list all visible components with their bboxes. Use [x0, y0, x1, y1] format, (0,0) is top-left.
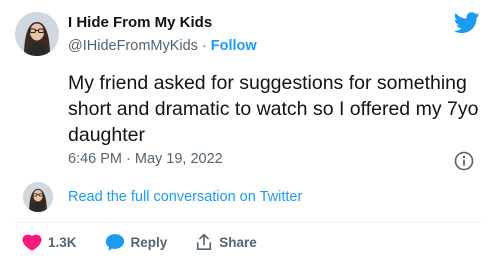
separator-dot: · — [201, 38, 207, 54]
like-button[interactable]: 1.3K — [22, 233, 77, 251]
reply-label: Reply — [130, 234, 168, 250]
divider — [15, 222, 481, 223]
author-display-name[interactable]: I Hide From My Kids — [68, 14, 212, 31]
tweet-text: My friend asked for suggestions for some… — [68, 72, 479, 146]
read-conversation-link[interactable]: Read the full conversation on Twitter — [68, 189, 302, 205]
action-bar: 1.3K Reply Share — [22, 232, 285, 252]
share-label: Share — [219, 234, 257, 250]
share-arrow-icon — [197, 233, 212, 251]
heart-icon — [22, 234, 42, 251]
twitter-bird-icon[interactable] — [454, 12, 480, 34]
author-handle-row: @IHideFromMyKids · Follow — [68, 38, 257, 54]
tweet-card: I Hide From My Kids @IHideFromMyKids · Fol… — [0, 0, 496, 262]
conversation-avatar[interactable] — [23, 182, 53, 212]
author-handle[interactable]: @IHideFromMyKids — [68, 38, 198, 54]
info-icon[interactable] — [454, 151, 474, 171]
like-count: 1.3K — [48, 234, 77, 250]
tweet-timestamp[interactable]: 6:46 PM · May 19, 2022 — [68, 151, 223, 167]
reply-button[interactable]: Reply — [105, 233, 168, 252]
speech-bubble-icon — [105, 233, 124, 251]
author-avatar[interactable] — [15, 12, 59, 56]
share-button[interactable]: Share — [195, 233, 257, 251]
follow-button[interactable]: Follow — [211, 38, 257, 54]
